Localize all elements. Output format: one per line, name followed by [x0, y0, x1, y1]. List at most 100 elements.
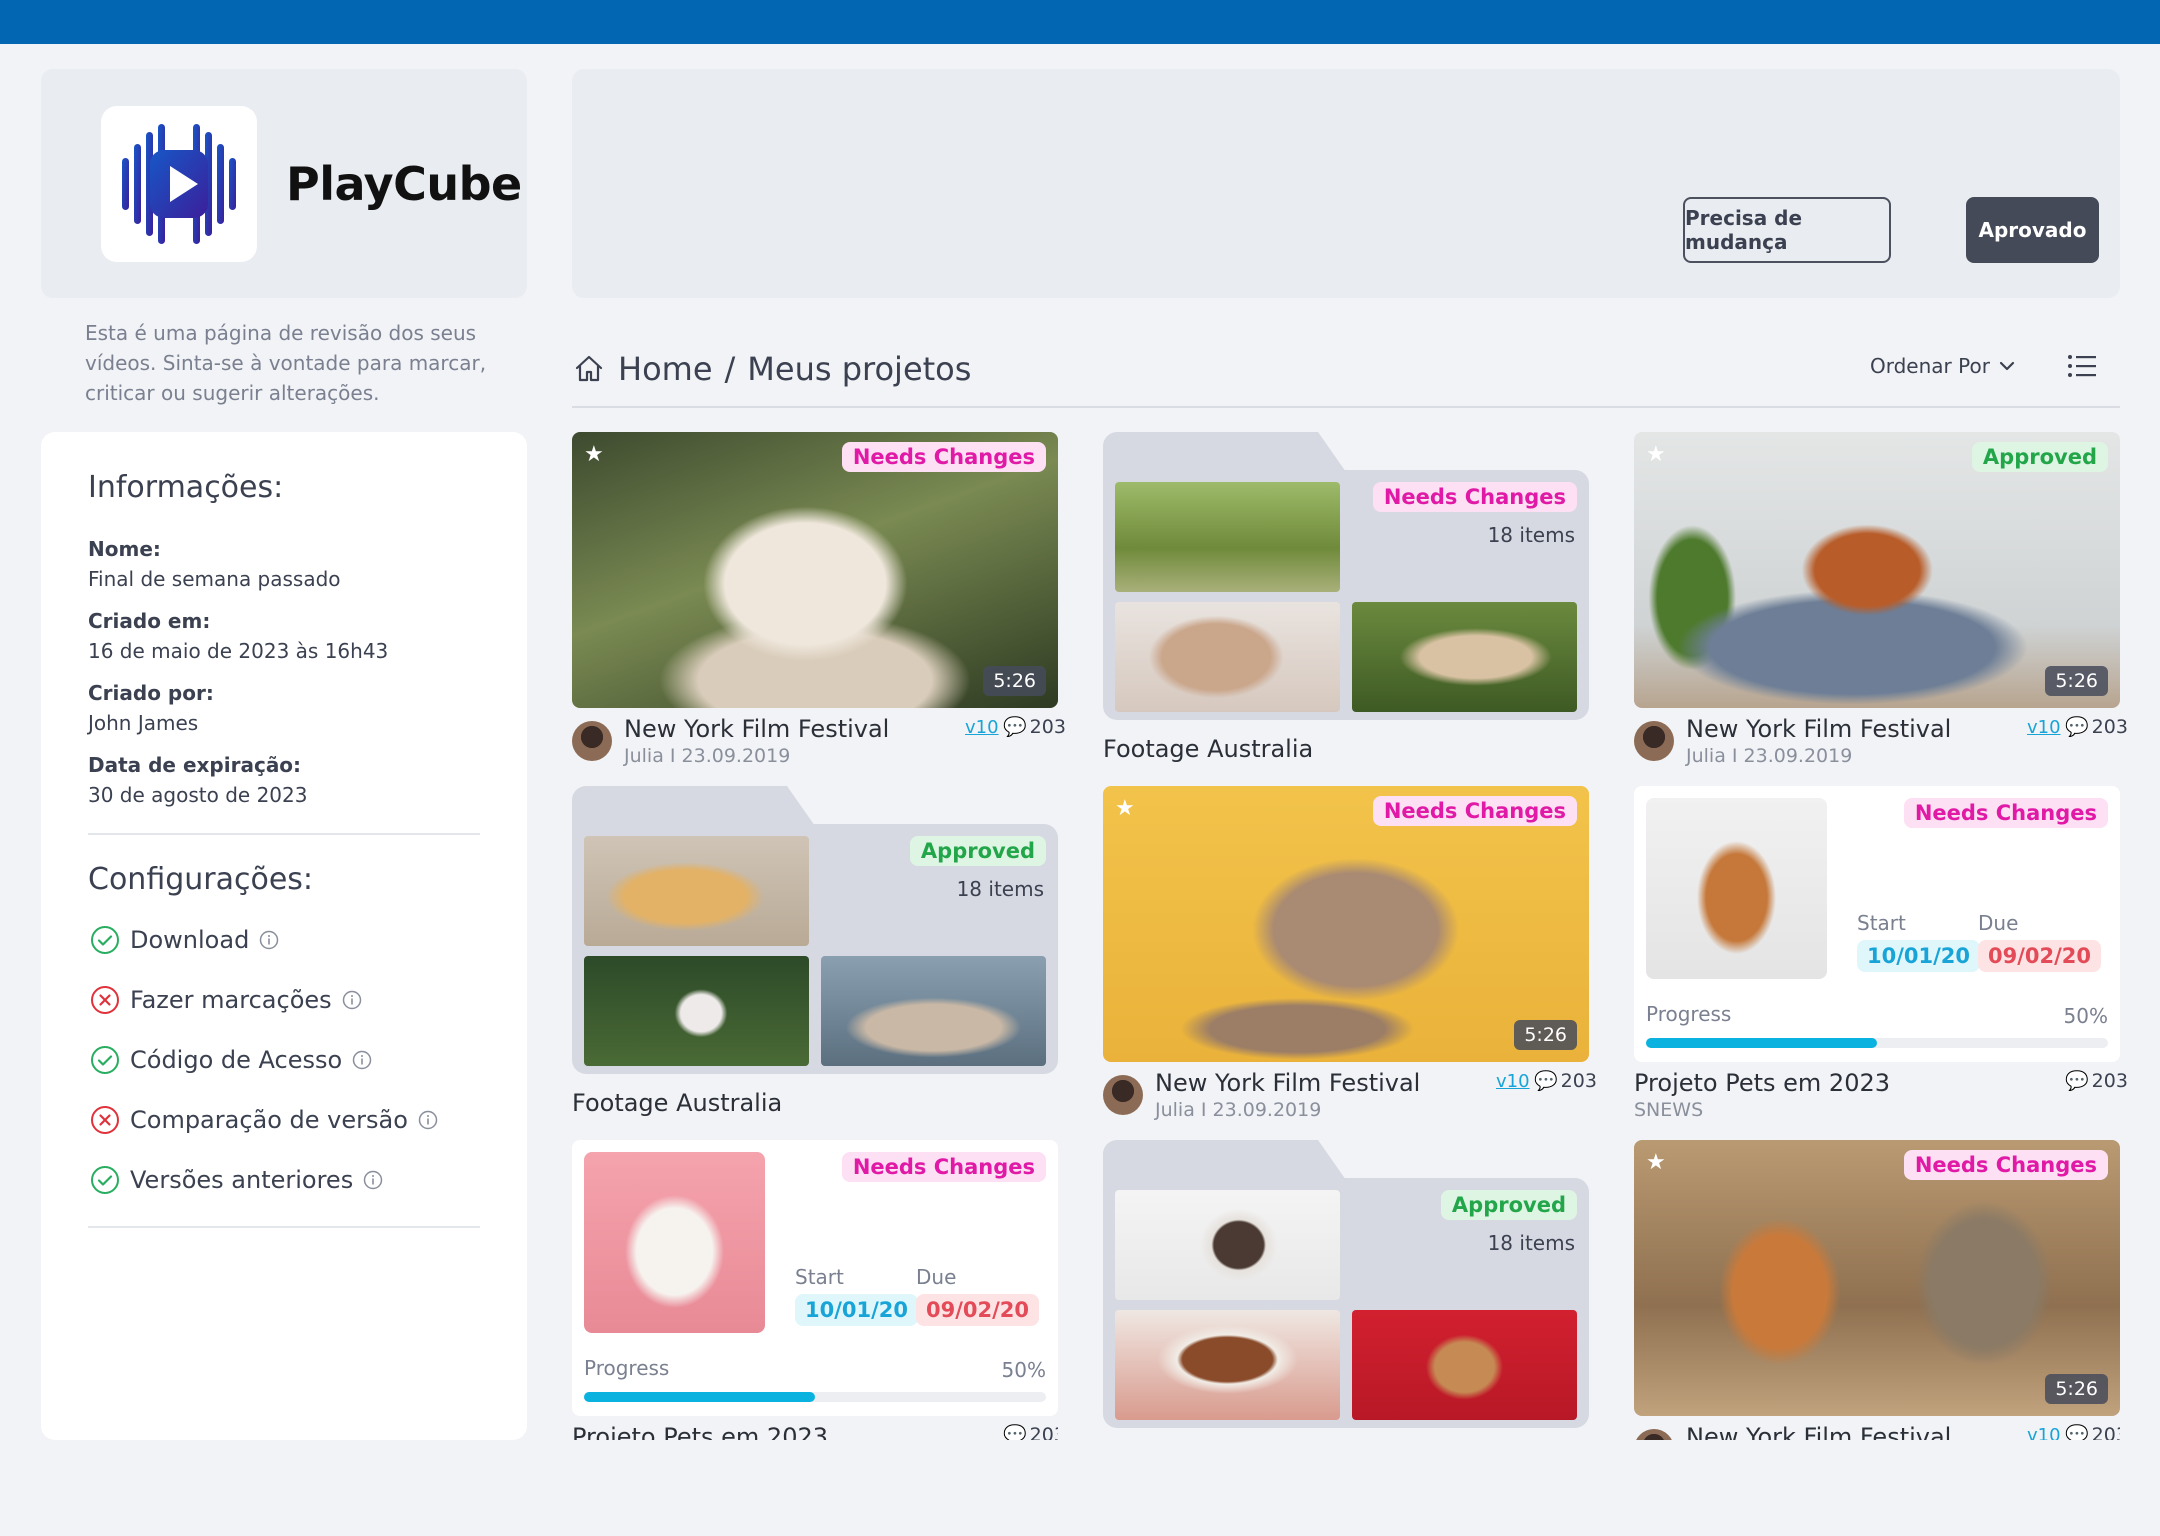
items-count: 18 items [1487, 1231, 1575, 1255]
progress-percent: 50% [2063, 1004, 2108, 1028]
project-panel[interactable]: Needs Changes Start Due 10/01/20 09/02/2… [572, 1140, 1058, 1416]
folder-card[interactable]: Approved 18 items Footage Australia [572, 786, 1058, 1122]
setting-version-compare[interactable]: Comparação de versão [90, 1105, 438, 1135]
needs-change-button[interactable]: Precisa de mudança [1683, 197, 1891, 263]
comment-icon: 💬 [1534, 1070, 1558, 1092]
start-date: 10/01/20 [795, 1294, 919, 1326]
version-link[interactable]: v10 [2027, 717, 2061, 738]
sort-dropdown[interactable]: Ordenar Por [1870, 354, 2016, 378]
comments-number: 203 [1029, 1423, 1058, 1441]
setting-label: Download [130, 926, 250, 954]
x-circle-icon [91, 986, 119, 1014]
comments-number: 203 [2091, 715, 2128, 738]
x-circle-icon [91, 1106, 119, 1134]
project-image [584, 1152, 765, 1333]
version-link[interactable]: v10 [1496, 1071, 1530, 1092]
comments-count[interactable]: 💬203 [2065, 1423, 2120, 1441]
info-icon[interactable] [363, 1170, 383, 1190]
project-card[interactable]: Needs Changes Start Due 10/01/20 09/02/2… [1634, 786, 2128, 1122]
playcube-logo [101, 106, 257, 262]
info-title: Informações: [88, 470, 284, 505]
comments-count[interactable]: 💬203 [1534, 1069, 1597, 1093]
setting-label: Fazer marcações [130, 986, 332, 1014]
folder-body: Approved 18 items [1103, 1178, 1589, 1428]
intro-text: Esta é uma página de revisão dos seus ví… [85, 321, 487, 405]
comments-count[interactable]: 💬203 [2065, 1069, 2128, 1093]
setting-markings[interactable]: Fazer marcações [90, 985, 362, 1015]
folder-card[interactable]: Approved 18 items [1103, 1140, 1589, 1440]
project-card[interactable]: Needs Changes Start Due 10/01/20 09/02/2… [572, 1140, 1058, 1440]
comments-count[interactable]: 💬203 [2065, 715, 2128, 739]
card-meta: Julia I 23.09.2019 [1686, 745, 1853, 767]
version-link[interactable]: v10 [965, 717, 999, 738]
progress-label: Progress [584, 1356, 670, 1380]
avatar [572, 721, 612, 761]
approve-button[interactable]: Aprovado [1966, 197, 2099, 263]
card-title: New York Film Festival [1686, 1423, 1952, 1440]
video-thumbnail[interactable]: ★ Approved 5:26 [1634, 432, 2120, 708]
info-icon[interactable] [342, 990, 362, 1010]
start-date: 10/01/20 [1857, 940, 1981, 972]
video-card[interactable]: ★ Needs Changes 5:26 New York Film Festi… [1103, 786, 1597, 1122]
status-badge: Approved [909, 836, 1046, 866]
folder-image [584, 836, 809, 946]
info-icon[interactable] [259, 930, 279, 950]
star-icon[interactable]: ★ [1115, 796, 1135, 821]
star-icon[interactable]: ★ [1646, 1150, 1666, 1175]
video-thumbnail[interactable]: ★ Needs Changes 5:26 [1103, 786, 1589, 1062]
comment-icon: 💬 [2065, 716, 2089, 738]
list-view-icon[interactable] [2067, 352, 2097, 380]
folder-image [821, 956, 1046, 1066]
status-badge: Needs Changes [841, 1152, 1046, 1182]
duration-label: 5:26 [2045, 666, 2108, 696]
setting-label: Código de Acesso [130, 1046, 343, 1074]
star-icon[interactable]: ★ [1646, 442, 1666, 467]
project-panel[interactable]: Needs Changes Start Due 10/01/20 09/02/2… [1634, 786, 2120, 1062]
avatar [1634, 1429, 1674, 1440]
home-icon[interactable] [572, 352, 606, 386]
comments-number: 203 [2091, 1423, 2120, 1441]
version-link[interactable]: v10 [2027, 1425, 2061, 1440]
info-icon[interactable] [352, 1050, 372, 1070]
card-meta: Julia I 23.09.2019 [624, 745, 791, 767]
items-count: 18 items [1487, 523, 1575, 547]
field-label-created-at: Criado em: [88, 609, 211, 633]
top-bar [0, 0, 2160, 44]
setting-previous-versions[interactable]: Versões anteriores [90, 1165, 383, 1195]
info-icon[interactable] [418, 1110, 438, 1130]
comments-number: 203 [1029, 715, 1066, 738]
header-panel: Precisa de mudança Aprovado [572, 69, 2120, 298]
comments-count[interactable]: 💬203 [1003, 715, 1066, 739]
field-value-name: Final de semana passado [88, 567, 341, 591]
folder-image [1115, 482, 1340, 592]
comment-icon: 💬 [2065, 1424, 2089, 1440]
setting-download[interactable]: Download [90, 925, 279, 955]
folder-image [1115, 1190, 1340, 1300]
check-circle-icon [91, 926, 119, 954]
comment-icon: 💬 [1003, 716, 1027, 738]
folder-image [1352, 1310, 1577, 1420]
due-date: 09/02/20 [916, 1294, 1040, 1326]
brand-panel: PlayCube [41, 69, 527, 298]
divider [88, 833, 480, 835]
video-thumbnail[interactable]: ★ Needs Changes 5:26 [1634, 1140, 2120, 1416]
folder-card[interactable]: Needs Changes 18 items Footage Australia [1103, 432, 1589, 768]
progress-percent: 50% [1001, 1358, 1046, 1382]
breadcrumb-current: Meus projetos [747, 350, 972, 388]
status-badge: Approved [1971, 442, 2108, 472]
breadcrumb-home[interactable]: Home [618, 350, 713, 388]
avatar [1103, 1075, 1143, 1115]
card-meta: Julia I 23.09.2019 [1155, 1099, 1322, 1121]
video-card[interactable]: ★ Approved 5:26 New York Film Festival J… [1634, 432, 2128, 768]
video-card[interactable]: ★ Needs Changes 5:26 New York Film Festi… [572, 432, 1066, 768]
avatar [1634, 721, 1674, 761]
video-thumbnail[interactable]: ★ Needs Changes 5:26 [572, 432, 1058, 708]
check-circle-icon [91, 1166, 119, 1194]
field-value-created-at: 16 de maio de 2023 às 16h43 [88, 639, 389, 663]
video-card[interactable]: ★ Needs Changes 5:26 New York Film Festi… [1634, 1140, 2120, 1440]
star-icon[interactable]: ★ [584, 442, 604, 467]
start-label: Start [795, 1265, 844, 1289]
comments-count[interactable]: 💬203 [1003, 1423, 1058, 1441]
setting-access-code[interactable]: Código de Acesso [90, 1045, 372, 1075]
settings-title: Configurações: [88, 862, 314, 897]
